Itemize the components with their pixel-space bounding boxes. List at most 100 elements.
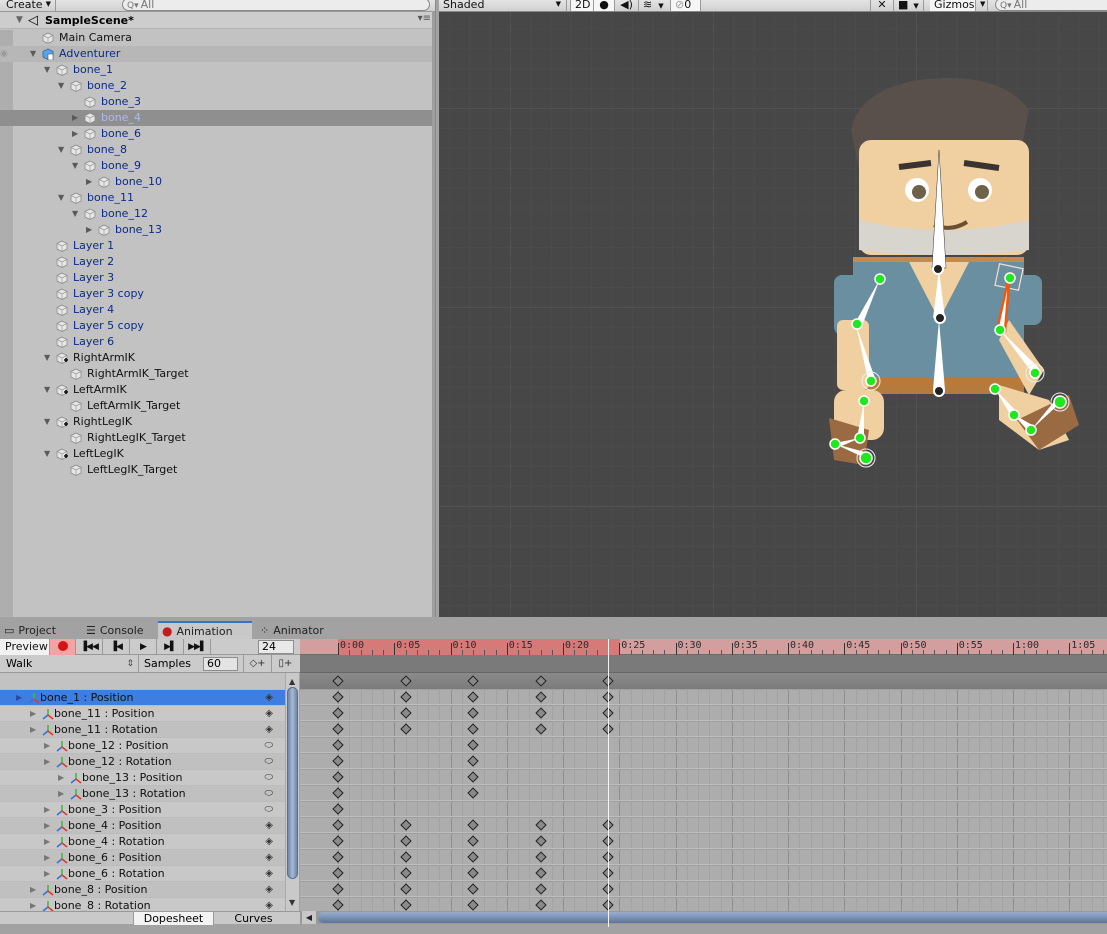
keyframe[interactable] (332, 883, 344, 895)
keyframe[interactable] (534, 835, 547, 847)
key-toggle-empty-icon[interactable]: ⬭ (264, 770, 273, 786)
add-key-icon[interactable]: ◈ (265, 882, 273, 898)
playhead[interactable] (608, 639, 609, 927)
hierarchy-item[interactable]: RightLegIK_Target (0, 430, 435, 446)
keyframe[interactable] (332, 787, 344, 799)
next-keyframe-button[interactable]: ▶▌ (157, 639, 184, 655)
tools-button[interactable]: ✕ (870, 0, 894, 11)
fold-closed-icon[interactable]: ▶ (72, 126, 82, 142)
summary-keyframe[interactable] (399, 675, 412, 687)
tab-dopesheet[interactable]: Dopesheet (133, 912, 213, 925)
fold-open-icon[interactable]: ▼ (44, 414, 54, 430)
hierarchy-item[interactable]: ▼ bone_9 (0, 158, 435, 174)
fold-open-icon[interactable]: ▼ (58, 190, 68, 206)
fold-closed-icon[interactable]: ▶ (44, 818, 50, 834)
samples-input[interactable]: 60 (203, 657, 238, 671)
hierarchy-item[interactable]: ▼ RightLegIK (0, 414, 435, 430)
bone-joint[interactable] (934, 312, 946, 324)
keyframe[interactable] (467, 867, 479, 879)
scrollbar-thumb[interactable] (318, 912, 1107, 923)
property-row[interactable]: ▶ bone_12 : Position ⬭ (0, 737, 285, 753)
property-row[interactable]: ▶ bone_4 : Rotation ◈ (0, 833, 285, 849)
property-row[interactable]: ▶ bone_8 : Rotation ◈ (0, 897, 285, 911)
keyframe[interactable] (332, 819, 344, 831)
add-key-icon[interactable]: ◈ (265, 850, 273, 866)
keyframe[interactable] (467, 883, 479, 895)
summary-keyframe[interactable] (467, 675, 479, 687)
keyframe[interactable] (399, 851, 412, 863)
keyframe[interactable] (399, 867, 412, 879)
fold-closed-icon[interactable]: ▶ (44, 738, 50, 754)
last-keyframe-button[interactable]: ▶▶▌ (184, 639, 211, 655)
fold-open-icon[interactable]: ▼ (30, 46, 40, 62)
scroll-down-icon[interactable]: ▼ (289, 898, 295, 907)
keyframe[interactable] (534, 851, 547, 863)
keyframe-area[interactable] (300, 689, 1107, 911)
gizmos-caret-icon[interactable]: ▼ (976, 0, 988, 11)
bone-joint[interactable] (994, 324, 1006, 336)
hierarchy-item[interactable]: ▶ bone_13 (0, 222, 435, 238)
summary-keyframe[interactable] (534, 675, 547, 687)
hierarchy-item[interactable]: ▼ bone_1 (0, 62, 435, 78)
scene-view[interactable]: Shaded ▼ 2D ● ◀) ≋ ▼ ⊘0 ✕ ■ ▼ Gizmos ▼ Q▾ Al… (439, 0, 1107, 617)
hierarchy-item[interactable]: Main Camera (0, 30, 435, 46)
keyframe[interactable] (332, 707, 344, 719)
bone-joint[interactable] (1029, 367, 1041, 379)
hierarchy-item[interactable]: Layer 4 (0, 302, 435, 318)
hierarchy-item[interactable]: Layer 1 (0, 238, 435, 254)
bone-joint[interactable] (989, 383, 1001, 395)
hierarchy-item[interactable]: LeftLegIK_Target (0, 462, 435, 478)
dopesheet-timeline[interactable]: 0:00 0:05 0:10 0:15 0:20 0:25 0:30 0:35 0:40 0:45… (300, 639, 1107, 927)
hierarchy-item[interactable]: ▼ LeftLegIK (0, 446, 435, 462)
property-row[interactable]: ▶ bone_13 : Position ⬭ (0, 769, 285, 785)
tab-curves[interactable]: Curves (213, 912, 293, 925)
time-ruler[interactable]: 0:00 0:05 0:10 0:15 0:20 0:25 0:30 0:35 0:40 0:45… (300, 639, 1107, 655)
scene-header[interactable]: ▼ ◁ SampleScene* ▾≡ (0, 12, 435, 29)
key-toggle-empty-icon[interactable]: ⬭ (264, 738, 273, 754)
previous-keyframe-button[interactable]: ▐◀ (103, 639, 130, 655)
2d-toggle[interactable]: 2D (570, 0, 594, 11)
effects-dropdown[interactable]: ≋ ▼ (639, 0, 671, 11)
scroll-up-icon[interactable]: ▲ (289, 677, 295, 686)
bone-joint[interactable] (933, 385, 945, 397)
scene-search-input[interactable]: Q▾ All (995, 0, 1107, 11)
hierarchy-item[interactable]: ▼ LeftArmIK (0, 382, 435, 398)
keyframe[interactable] (332, 835, 344, 847)
keyframe[interactable] (467, 755, 479, 767)
fold-closed-icon[interactable]: ▶ (30, 722, 36, 738)
fold-closed-icon[interactable]: ▶ (16, 690, 22, 706)
add-event-button[interactable]: ▯+ (271, 655, 299, 673)
keyframe[interactable] (332, 803, 344, 815)
bone-joint[interactable] (1004, 272, 1016, 284)
shading-mode-dropdown[interactable]: Shaded ▼ (439, 0, 567, 11)
keyframe[interactable] (534, 899, 547, 911)
keyframe[interactable] (467, 723, 479, 735)
fold-closed-icon[interactable]: ▶ (30, 706, 36, 722)
fold-open-icon[interactable]: ▼ (72, 206, 82, 222)
fold-closed-icon[interactable]: ▶ (30, 898, 36, 911)
keyframe[interactable] (467, 739, 479, 751)
keyframe[interactable] (534, 867, 547, 879)
property-row[interactable]: ▶ bone_12 : Rotation ⬭ (0, 753, 285, 769)
keyframe[interactable] (399, 899, 412, 911)
tab-animator[interactable]: ⁘ Animator (256, 623, 346, 639)
key-toggle-empty-icon[interactable]: ⬭ (264, 786, 273, 802)
hierarchy-item[interactable]: Layer 3 copy (0, 286, 435, 302)
add-key-icon[interactable]: ◈ (265, 818, 273, 834)
bone-joint[interactable] (1008, 409, 1020, 421)
key-toggle-empty-icon[interactable]: ⬭ (264, 754, 273, 770)
scrollbar-thumb[interactable] (287, 687, 298, 879)
keyframe[interactable] (399, 819, 412, 831)
keyframe[interactable] (399, 691, 412, 703)
bone-joint[interactable] (932, 263, 944, 275)
bone-joint[interactable] (1025, 424, 1037, 436)
hierarchy-search-input[interactable]: Q▾ All (122, 0, 430, 11)
keyframe[interactable] (467, 707, 479, 719)
hierarchy-item[interactable]: LeftArmIK_Target (0, 398, 435, 414)
keyframe[interactable] (534, 707, 547, 719)
hierarchy-item[interactable]: ▼ RightArmIK (0, 350, 435, 366)
keyframe[interactable] (534, 819, 547, 831)
keyframe[interactable] (399, 707, 412, 719)
property-row[interactable]: ▶ bone_11 : Position ◈ (0, 705, 285, 721)
hierarchy-item[interactable]: bone_3 (0, 94, 435, 110)
